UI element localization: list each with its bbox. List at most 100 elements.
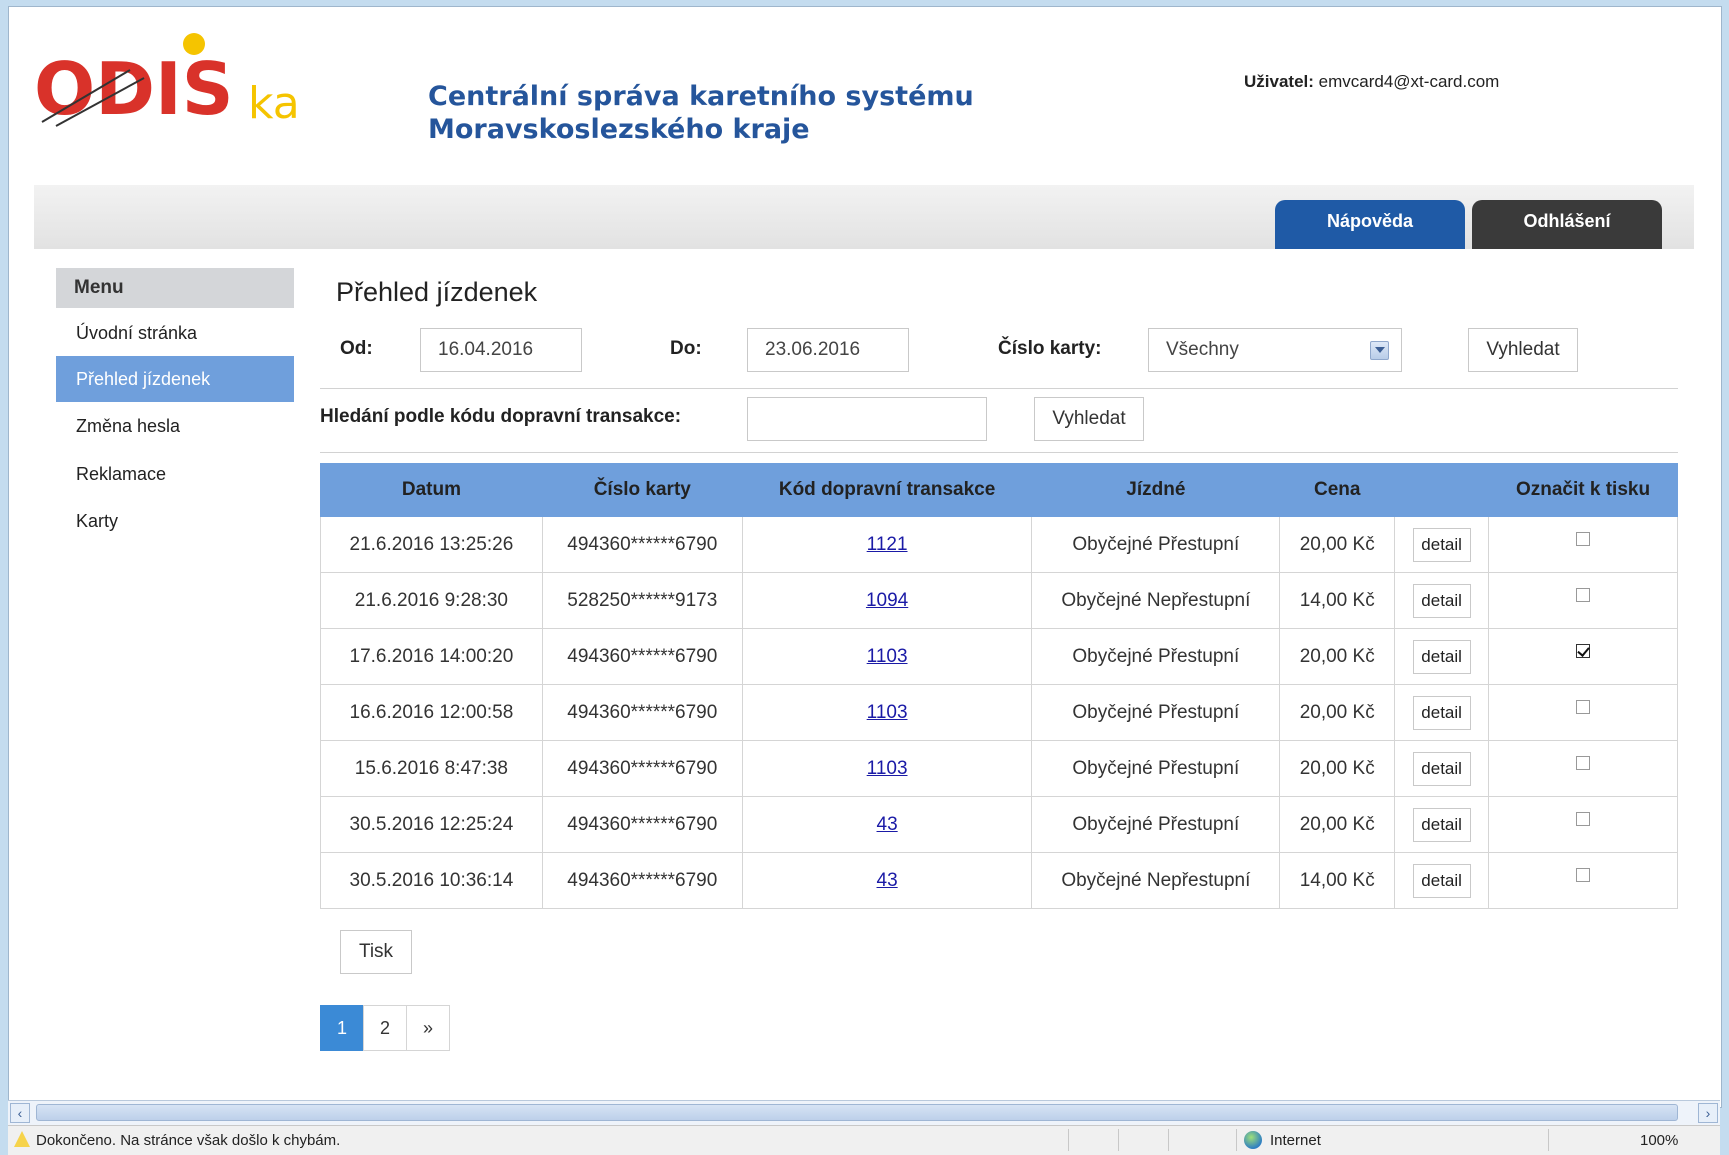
to-date-input[interactable] [747, 328, 909, 372]
logo-graphic: ODIS ka [34, 33, 300, 131]
print-checkbox[interactable] [1576, 587, 1591, 602]
page-title: Přehled jízdenek [336, 277, 538, 307]
to-label: Do: [670, 338, 702, 359]
print-button[interactable]: Tisk [340, 930, 412, 974]
search-button[interactable]: Vyhledat [1468, 328, 1578, 372]
cell-print [1488, 516, 1678, 573]
divider [1236, 1129, 1237, 1151]
cell-print [1488, 628, 1678, 685]
divider [1118, 1129, 1119, 1151]
transaction-code-link[interactable]: 1103 [867, 702, 908, 723]
table-row: 16.6.2016 12:00:58 494360******6790 1103… [320, 684, 1678, 741]
column-header-card: Číslo karty [541, 463, 743, 517]
chevron-down-icon[interactable] [1370, 341, 1389, 360]
transaction-code-link[interactable]: 1103 [867, 758, 908, 779]
transaction-code-link[interactable]: 43 [877, 870, 898, 891]
print-checkbox[interactable] [1576, 755, 1591, 770]
site-title-line1: Centrální správa karetního systému [428, 81, 974, 112]
cell-date: 16.6.2016 12:00:58 [320, 684, 543, 741]
cell-price: 20,00 Kč [1279, 684, 1396, 741]
logout-tab[interactable]: Odhlášení [1472, 200, 1662, 249]
detail-button[interactable]: detail [1412, 751, 1471, 786]
horizontal-scrollbar[interactable]: ‹ › [8, 1100, 1720, 1125]
sidebar-item-change-password[interactable]: Změna hesla [56, 403, 294, 449]
cell-fare: Obyčejné Přestupní [1031, 796, 1281, 853]
cell-code: 1103 [741, 740, 1033, 797]
column-header-print: Označit k tisku [1488, 463, 1678, 517]
print-checkbox[interactable] [1576, 643, 1591, 658]
page-1-button[interactable]: 1 [320, 1005, 364, 1051]
detail-button[interactable]: detail [1412, 863, 1471, 898]
table-row: 30.5.2016 10:36:14 494360******6790 43 O… [320, 852, 1678, 909]
cell-print [1488, 852, 1678, 909]
transaction-code-input[interactable] [747, 397, 987, 441]
card-number-select[interactable]: Všechny [1148, 328, 1402, 372]
column-header-detail [1394, 463, 1490, 517]
warning-icon[interactable] [14, 1131, 30, 1147]
cell-code: 43 [741, 796, 1033, 853]
from-date-input[interactable] [420, 328, 582, 372]
cell-fare: Obyčejné Přestupní [1031, 628, 1281, 685]
divider [320, 452, 1678, 453]
column-header-price: Cena [1279, 463, 1396, 517]
print-checkbox[interactable] [1576, 867, 1591, 882]
user-email: emvcard4@xt-card.com [1318, 72, 1500, 91]
sidebar-item-tickets[interactable]: Přehled jízdenek [56, 356, 294, 402]
table-row: 17.6.2016 14:00:20 494360******6790 1103… [320, 628, 1678, 685]
transaction-code-link[interactable]: 1094 [866, 590, 908, 611]
sidebar-item-complaints[interactable]: Reklamace [56, 451, 294, 497]
cell-date: 15.6.2016 8:47:38 [320, 740, 543, 797]
page-2-button[interactable]: 2 [363, 1005, 407, 1051]
user-info: Uživatel: emvcard4@xt-card.com [1244, 72, 1499, 92]
card-number-select-value: Všechny [1166, 339, 1239, 360]
cell-price: 14,00 Kč [1279, 572, 1396, 629]
cell-code: 1121 [741, 516, 1033, 573]
cell-print [1488, 796, 1678, 853]
detail-button[interactable]: detail [1412, 583, 1471, 618]
site-title: Centrální správa karetního systému Morav… [428, 80, 974, 146]
cell-fare: Obyčejné Nepřestupní [1031, 852, 1281, 909]
cell-price: 14,00 Kč [1279, 852, 1396, 909]
cell-fare: Obyčejné Přestupní [1031, 516, 1281, 573]
sidebar-item-cards[interactable]: Karty [56, 498, 294, 544]
cell-date: 17.6.2016 14:00:20 [320, 628, 543, 685]
scrollbar-thumb[interactable] [36, 1104, 1678, 1121]
column-header-transaction-code: Kód dopravní transakce [741, 463, 1033, 517]
cell-card: 494360******6790 [541, 852, 743, 909]
help-tab[interactable]: Nápověda [1275, 200, 1465, 249]
code-search-button[interactable]: Vyhledat [1034, 397, 1144, 441]
cell-price: 20,00 Kč [1279, 796, 1396, 853]
logo-text-suffix: ka [248, 78, 300, 129]
cell-date: 21.6.2016 9:28:30 [320, 572, 543, 629]
transaction-code-link[interactable]: 1121 [867, 534, 908, 555]
cell-fare: Obyčejné Nepřestupní [1031, 572, 1281, 629]
print-checkbox[interactable] [1576, 811, 1591, 826]
cell-print [1488, 740, 1678, 797]
table-header-row: Datum Číslo karty Kód dopravní transakce… [320, 463, 1678, 517]
scroll-left-icon[interactable]: ‹ [10, 1103, 30, 1123]
detail-button[interactable]: detail [1412, 807, 1471, 842]
detail-button[interactable]: detail [1412, 527, 1471, 562]
next-page-button[interactable]: » [406, 1005, 450, 1051]
sidebar-item-home[interactable]: Úvodní stránka [56, 310, 294, 356]
cell-detail: detail [1394, 796, 1490, 853]
cell-print [1488, 684, 1678, 741]
scroll-right-icon[interactable]: › [1698, 1103, 1718, 1123]
print-checkbox[interactable] [1576, 699, 1591, 714]
cell-detail: detail [1394, 628, 1490, 685]
cell-price: 20,00 Kč [1279, 628, 1396, 685]
detail-button[interactable]: detail [1412, 639, 1471, 674]
cell-fare: Obyčejné Přestupní [1031, 684, 1281, 741]
transaction-code-link[interactable]: 43 [877, 814, 898, 835]
cell-detail: detail [1394, 852, 1490, 909]
site-title-line2: Moravskoslezského kraje [428, 114, 810, 145]
cell-code: 1103 [741, 684, 1033, 741]
cell-date: 30.5.2016 12:25:24 [320, 796, 543, 853]
zoom-level[interactable]: 100% [1640, 1132, 1678, 1149]
odiska-logo[interactable]: ODIS ka [34, 30, 334, 140]
detail-button[interactable]: detail [1412, 695, 1471, 730]
transaction-code-link[interactable]: 1103 [867, 646, 908, 667]
cell-detail: detail [1394, 740, 1490, 797]
print-checkbox[interactable] [1576, 531, 1591, 546]
user-label: Uživatel: [1244, 72, 1314, 91]
